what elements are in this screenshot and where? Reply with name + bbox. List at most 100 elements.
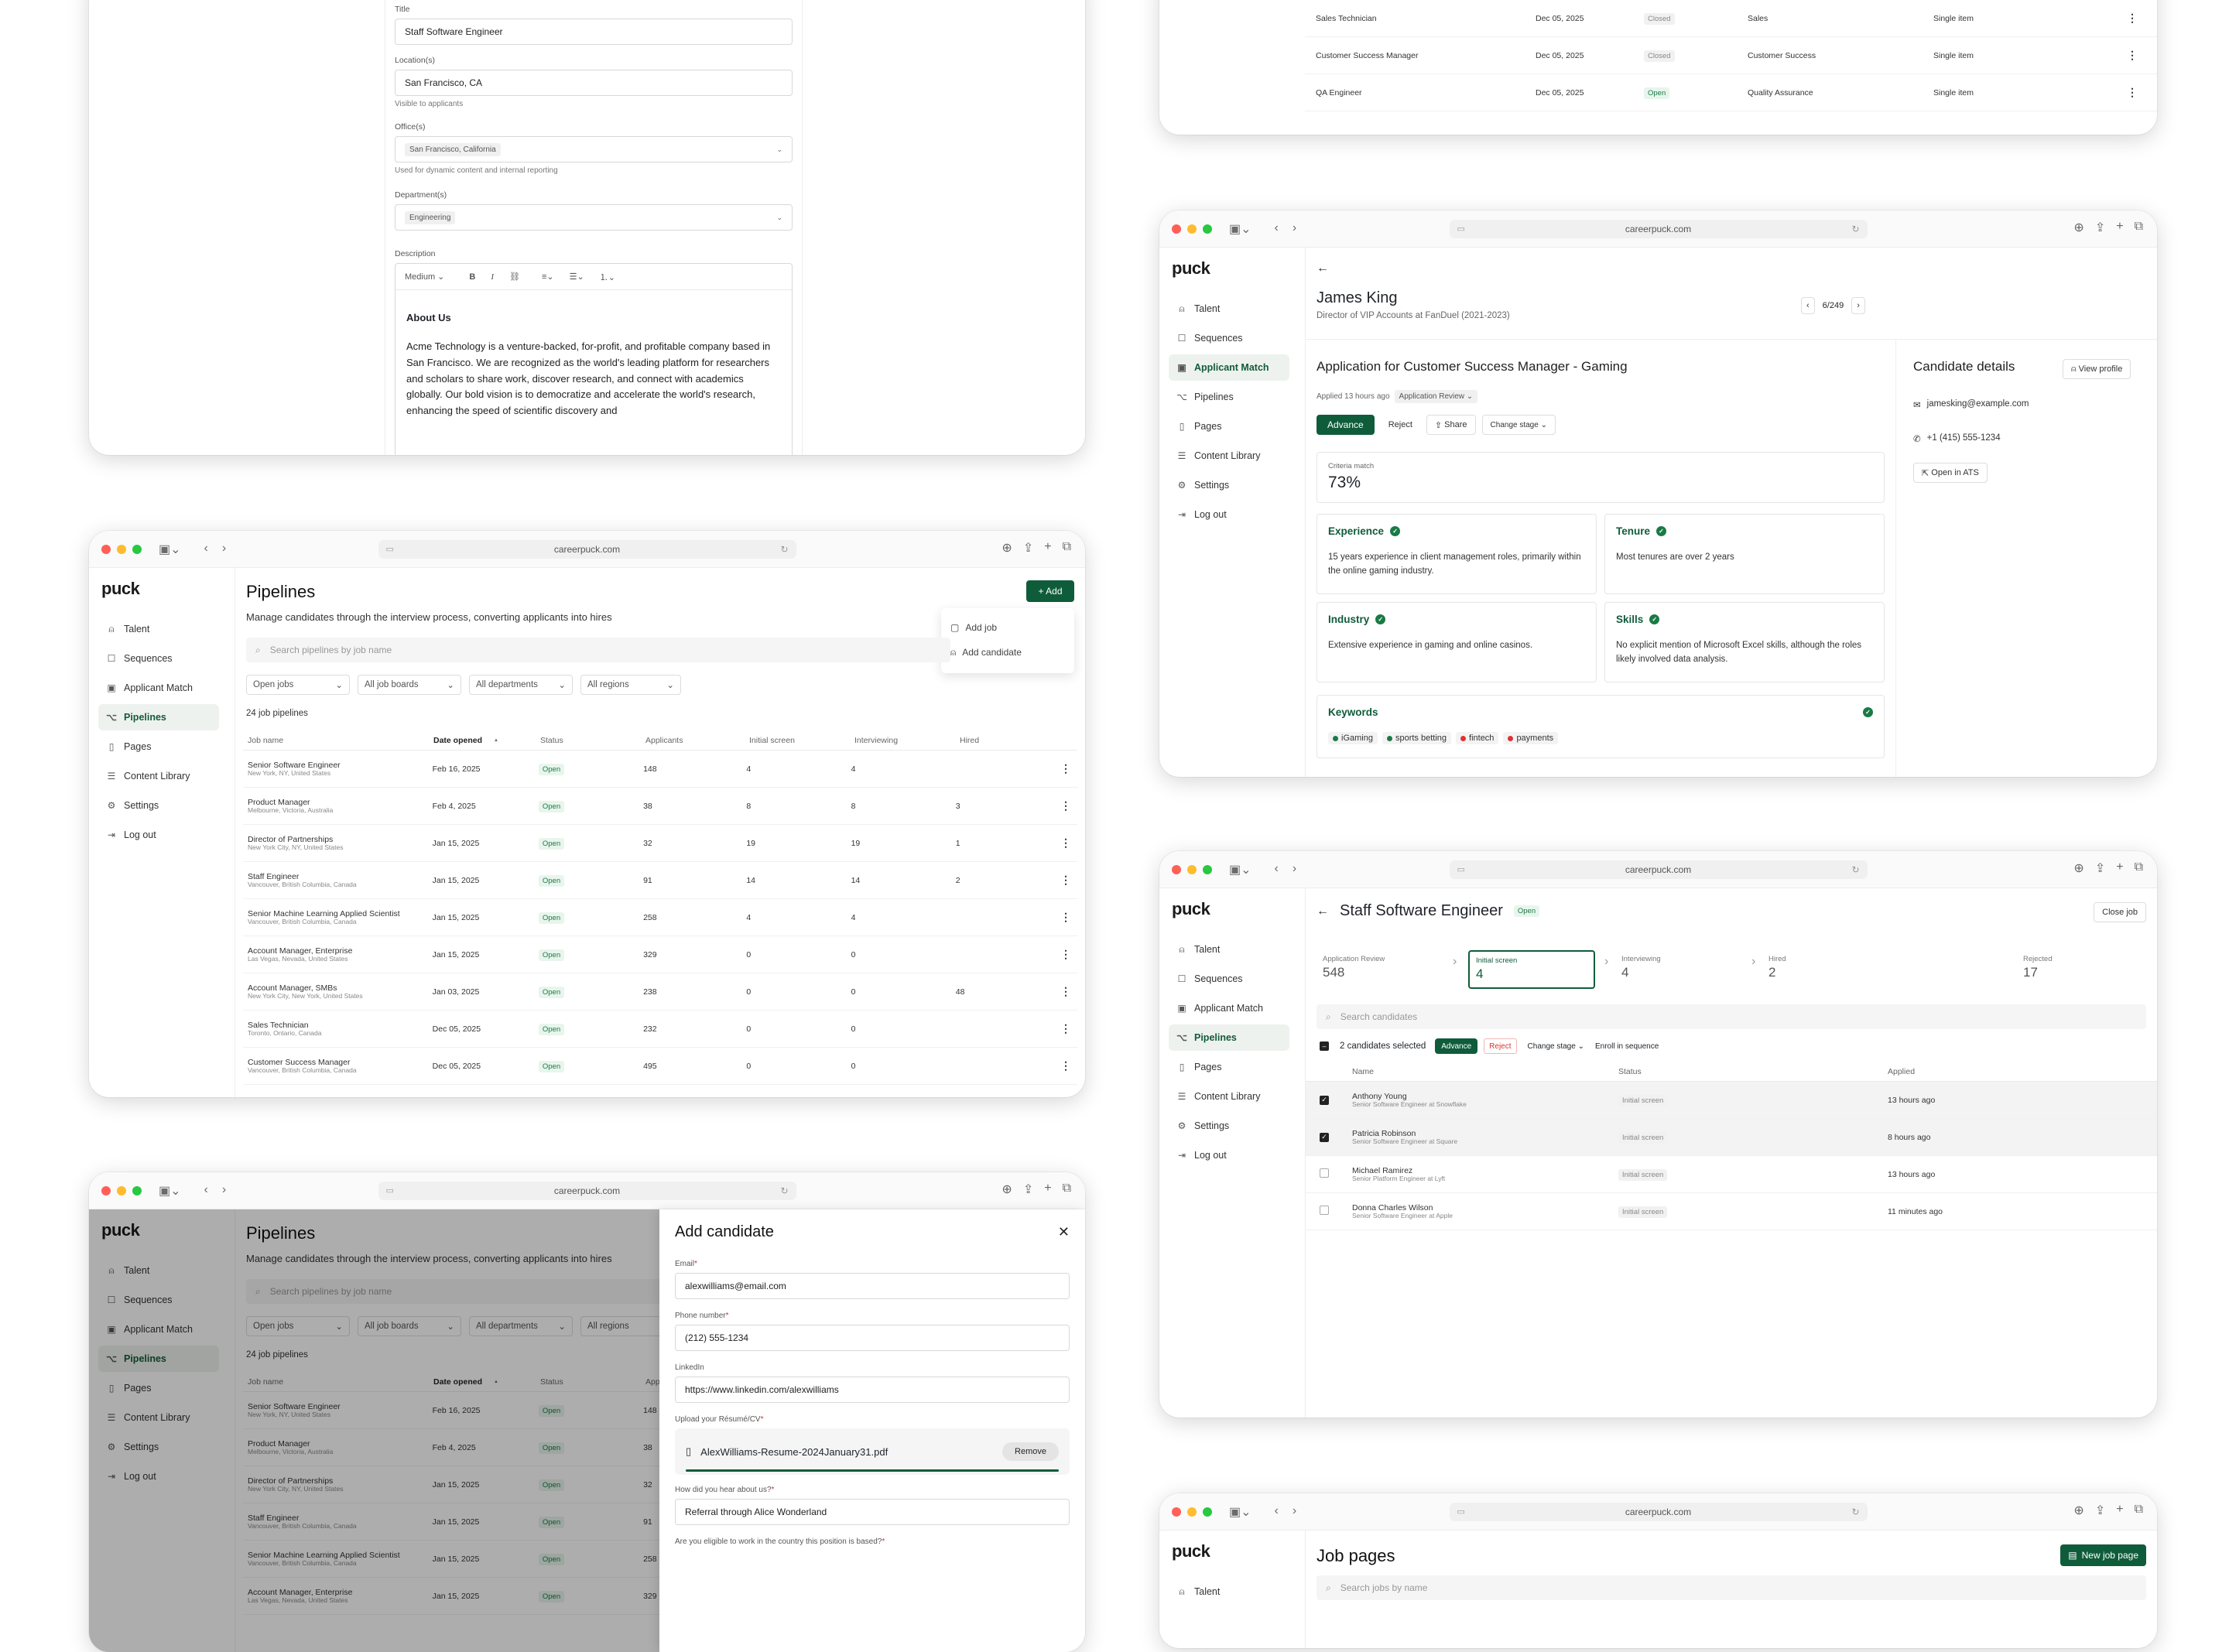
tabs-icon[interactable]: ⧉ bbox=[2135, 220, 2143, 235]
italic-icon[interactable]: I bbox=[491, 272, 494, 282]
sidebar-item-settings[interactable]: ⚙ Settings bbox=[98, 792, 219, 819]
filter-select[interactable]: All regions⌄ bbox=[580, 675, 681, 695]
close-window-button[interactable] bbox=[1172, 865, 1181, 874]
row-checkbox[interactable]: ✓ bbox=[1320, 1132, 1329, 1142]
sidebar-item-sequences[interactable]: ☐ Sequences bbox=[1169, 966, 1289, 992]
department-select[interactable]: Engineering ⌄ bbox=[395, 204, 793, 231]
forward-icon[interactable]: › bbox=[222, 542, 226, 557]
linkedin-field[interactable]: https://www.linkedin.com/alexwilliams bbox=[675, 1377, 1070, 1403]
row-checkbox[interactable] bbox=[1320, 1206, 1329, 1215]
sidebar-item-sequences[interactable]: ☐ Sequences bbox=[1169, 325, 1289, 351]
tabs-icon[interactable]: ⧉ bbox=[1063, 1182, 1071, 1197]
sidebar-toggle-icon[interactable]: ▣⌄ bbox=[1229, 1504, 1251, 1520]
enroll-button[interactable]: Enroll in sequence bbox=[1595, 1042, 1659, 1051]
sidebar-toggle-icon[interactable]: ▣⌄ bbox=[159, 1183, 181, 1199]
minimize-window-button[interactable] bbox=[117, 1186, 126, 1195]
sidebar-item-log-out[interactable]: ⇥ Log out bbox=[1169, 501, 1289, 528]
sidebar-item-pipelines[interactable]: ⌥ Pipelines bbox=[1169, 384, 1289, 410]
remove-button[interactable]: Remove bbox=[1002, 1442, 1059, 1461]
align-icon[interactable]: ≡⌄ bbox=[542, 272, 554, 282]
sidebar-item-pipelines[interactable]: ⌥ Pipelines bbox=[98, 704, 219, 730]
table-row[interactable]: Senior Software Engineer New York, NY, Un… bbox=[243, 751, 1077, 788]
hear-field[interactable]: Referral through Alice Wonderland bbox=[675, 1499, 1070, 1525]
advance-button[interactable]: Advance bbox=[1317, 415, 1375, 435]
bold-icon[interactable]: B bbox=[469, 272, 475, 282]
maximize-window-button[interactable] bbox=[1203, 224, 1212, 234]
back-icon[interactable]: ‹ bbox=[204, 542, 208, 557]
back-icon[interactable]: ‹ bbox=[204, 1183, 208, 1199]
back-icon[interactable]: ‹ bbox=[1275, 221, 1279, 237]
more-icon[interactable]: ⋮ bbox=[2127, 86, 2138, 99]
stage-tab[interactable]: Interviewing 4 bbox=[1615, 950, 1742, 989]
more-icon[interactable]: ⋮ bbox=[1060, 762, 1071, 775]
table-row[interactable]: Michael Ramirez Senior Platform Engineer … bbox=[1306, 1156, 2157, 1193]
more-icon[interactable]: ⋮ bbox=[1060, 985, 1071, 998]
row-checkbox[interactable]: ✓ bbox=[1320, 1095, 1329, 1105]
table-row[interactable]: Customer Success Manager Vancouver, Briti… bbox=[243, 1048, 1077, 1085]
tabs-icon[interactable]: ⧉ bbox=[2135, 1503, 2143, 1518]
back-icon[interactable]: ‹ bbox=[1275, 1504, 1279, 1520]
reject-button[interactable]: Reject bbox=[1484, 1038, 1517, 1054]
search-input[interactable]: ⌕ Search pipelines by job name bbox=[246, 638, 950, 662]
close-window-button[interactable] bbox=[101, 545, 111, 554]
sidebar-item-settings[interactable]: ⚙ Settings bbox=[1169, 472, 1289, 498]
office-select[interactable]: San Francisco, California ⌄ bbox=[395, 136, 793, 162]
table-row[interactable]: Senior Machine Learning Applied Scientis… bbox=[243, 899, 1077, 936]
change-stage-button[interactable]: Change stage ⌄ bbox=[1523, 1042, 1589, 1051]
more-icon[interactable]: ⋮ bbox=[1060, 1022, 1071, 1035]
sidebar-item-applicant-match[interactable]: ▣ Applicant Match bbox=[98, 675, 219, 701]
open-ats-button[interactable]: ⇱ Open in ATS bbox=[1913, 463, 1988, 483]
maximize-window-button[interactable] bbox=[1203, 865, 1212, 874]
bullet-list-icon[interactable]: ☰⌄ bbox=[570, 272, 584, 282]
download-icon[interactable]: ⊕ bbox=[2073, 1503, 2083, 1518]
download-icon[interactable]: ⊕ bbox=[2073, 220, 2083, 235]
more-icon[interactable]: ⋮ bbox=[1060, 948, 1071, 961]
address-bar[interactable]: ▭ careerpuck.com ↻ bbox=[1449, 1503, 1868, 1521]
new-job-page-button[interactable]: ▤ New job page bbox=[2060, 1544, 2146, 1566]
candidate-phone[interactable]: ✆ +1 (415) 555-1234 bbox=[1913, 433, 2001, 444]
sidebar-item-settings[interactable]: ⚙ Settings bbox=[1169, 1113, 1289, 1139]
share-icon[interactable]: ⇪ bbox=[1023, 1182, 1033, 1197]
address-bar[interactable]: ▭ careerpuck.com ↻ bbox=[1449, 860, 1868, 879]
filter-select[interactable]: All job boards ⌄ bbox=[358, 675, 461, 695]
sidebar-item-talent[interactable]: ⍝ Talent bbox=[1169, 936, 1289, 963]
phone-field[interactable]: (212) 555-1234 bbox=[675, 1325, 1070, 1351]
forward-icon[interactable]: › bbox=[1293, 221, 1296, 237]
next-icon[interactable]: › bbox=[1851, 297, 1865, 314]
sidebar-item-content-library[interactable]: ☰ Content Library bbox=[1169, 1083, 1289, 1110]
resume-upload[interactable]: ▯ AlexWilliams-Resume-2024January31.pdf R… bbox=[675, 1428, 1070, 1475]
new-tab-icon[interactable]: + bbox=[1044, 1182, 1051, 1197]
reload-icon[interactable]: ↻ bbox=[780, 1182, 788, 1200]
stage-tab[interactable]: Application Review 548 bbox=[1317, 950, 1443, 989]
minimize-window-button[interactable] bbox=[1187, 865, 1197, 874]
close-job-button[interactable]: Close job bbox=[2094, 902, 2146, 922]
close-window-button[interactable] bbox=[101, 1186, 111, 1195]
stage-tab[interactable]: Hired 2 bbox=[1762, 950, 1889, 989]
more-icon[interactable]: ⋮ bbox=[1060, 836, 1071, 850]
sidebar-item-sequences[interactable]: ☐ Sequences bbox=[98, 645, 219, 672]
sidebar-item-pages[interactable]: ▯ Pages bbox=[98, 734, 219, 760]
back-arrow-icon[interactable]: ← bbox=[1317, 905, 1329, 918]
download-icon[interactable]: ⊕ bbox=[1002, 1182, 1012, 1197]
sidebar-item-applicant-match[interactable]: ▣ Applicant Match bbox=[1169, 354, 1289, 381]
table-row[interactable]: Director of Partnerships New York City, N… bbox=[243, 825, 1077, 862]
filter-select[interactable]: All departments ⌄ bbox=[469, 675, 573, 695]
modal-overlay[interactable] bbox=[89, 1209, 659, 1652]
tabs-icon[interactable]: ⧉ bbox=[2135, 860, 2143, 876]
add-job-menu-item[interactable]: ▢ Add job bbox=[950, 616, 1065, 639]
reject-button[interactable]: Reject bbox=[1381, 415, 1420, 435]
sidebar-item-applicant-match[interactable]: ▣ Applicant Match bbox=[1169, 995, 1289, 1021]
sidebar-item-talent[interactable]: ⍝ Talent bbox=[1169, 1578, 1289, 1605]
more-icon[interactable]: ⋮ bbox=[1060, 1059, 1071, 1072]
sidebar-toggle-icon[interactable]: ▣⌄ bbox=[1229, 862, 1251, 877]
forward-icon[interactable]: › bbox=[1293, 862, 1296, 877]
close-window-button[interactable] bbox=[1172, 1507, 1181, 1517]
description-editor[interactable]: Medium ⌄ B I ⛓ ≡⌄ ☰⌄ ⒈⌄ About Us Acme Te… bbox=[395, 263, 793, 455]
table-row[interactable]: Sales Technician Toronto, Ontario, Canada… bbox=[243, 1011, 1077, 1048]
more-icon[interactable]: ⋮ bbox=[1060, 911, 1071, 924]
view-profile-button[interactable]: ⍝ View profile bbox=[2063, 359, 2131, 379]
select-all-checkbox[interactable]: – bbox=[1320, 1041, 1329, 1051]
table-row[interactable]: ✓ Anthony Young Senior Software Engineer … bbox=[1306, 1082, 2157, 1119]
table-row[interactable]: QA Engineer Dec 05, 2025 Open Quality As… bbox=[1305, 74, 2157, 111]
minimize-window-button[interactable] bbox=[1187, 224, 1197, 234]
